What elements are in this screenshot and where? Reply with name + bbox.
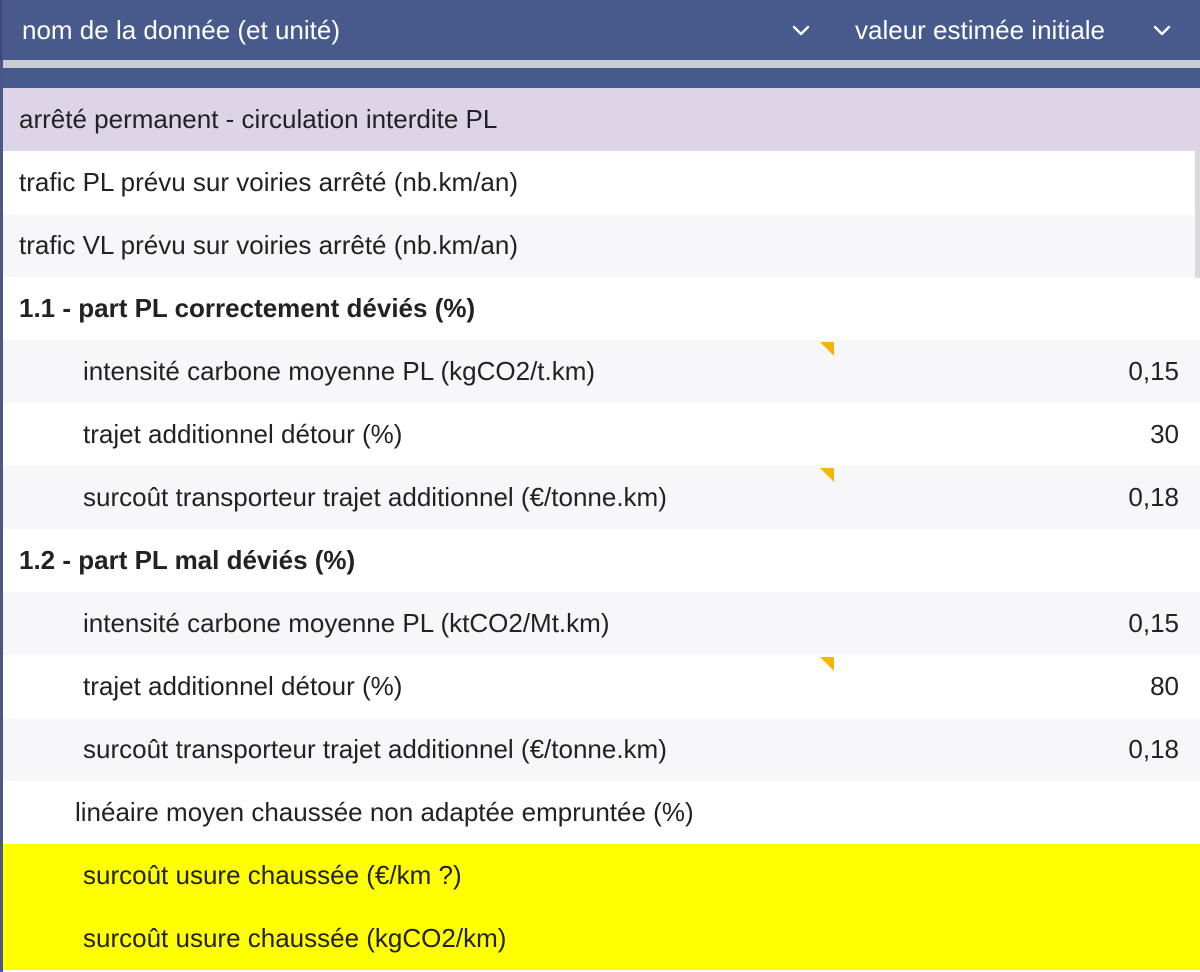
- table-row[interactable]: arrêté permanent - circulation interdite…: [3, 88, 1200, 151]
- row-label: intensité carbone moyenne PL (ktCO2/Mt.k…: [83, 608, 610, 638]
- row-label: trajet additionnel détour (%): [83, 419, 403, 449]
- row-label: intensité carbone moyenne PL (kgCO2/t.km…: [83, 356, 596, 386]
- row-label: trafic VL prévu sur voiries arrêté (nb.k…: [19, 230, 518, 260]
- table-row[interactable]: trafic VL prévu sur voiries arrêté (nb.k…: [3, 214, 1200, 277]
- comment-flag-icon[interactable]: [820, 342, 834, 356]
- table-row[interactable]: intensité carbone moyenne PL (kgCO2/t.km…: [3, 340, 1200, 403]
- row-label: 1.1 - part PL correctement déviés (%): [19, 293, 476, 323]
- table-row[interactable]: surcoût usure chaussée (kgCO2/km): [3, 907, 1200, 970]
- table-body: arrêté permanent - circulation interdite…: [3, 88, 1200, 970]
- table-header: nom de la donnée (et unité) valeur estim…: [0, 0, 1200, 60]
- table-row[interactable]: linéaire moyen chaussée non adaptée empr…: [3, 781, 1200, 844]
- table-row[interactable]: surcoût usure chaussée (€/km ?): [3, 844, 1200, 907]
- column-header-value-label: valeur estimée initiale: [855, 14, 1106, 45]
- column-header-name[interactable]: nom de la donnée (et unité): [22, 0, 340, 60]
- column-header-name-label: nom de la donnée (et unité): [22, 14, 340, 45]
- row-value[interactable]: 0,18: [1128, 466, 1179, 529]
- chevron-down-icon[interactable]: [789, 18, 813, 42]
- row-label: trajet additionnel détour (%): [83, 671, 403, 701]
- table-row[interactable]: intensité carbone moyenne PL (ktCO2/Mt.k…: [3, 592, 1200, 655]
- row-label: surcoût transporteur trajet additionnel …: [83, 734, 667, 764]
- table-row[interactable]: 1.1 - part PL correctement déviés (%): [3, 277, 1200, 340]
- row-label: surcoût transporteur trajet additionnel …: [83, 482, 667, 512]
- row-label: surcoût usure chaussée (€/km ?): [83, 860, 462, 890]
- row-value[interactable]: 0,15: [1128, 340, 1179, 403]
- row-label: linéaire moyen chaussée non adaptée empr…: [75, 797, 694, 827]
- row-label: trafic PL prévu sur voiries arrêté (nb.k…: [19, 167, 518, 197]
- row-label: 1.2 - part PL mal déviés (%): [19, 545, 356, 575]
- table-row[interactable]: trajet additionnel détour (%) 80: [3, 655, 1200, 718]
- row-value[interactable]: 0,18: [1128, 718, 1179, 781]
- table-row[interactable]: surcoût transporteur trajet additionnel …: [3, 718, 1200, 781]
- table-row[interactable]: surcoût transporteur trajet additionnel …: [3, 466, 1200, 529]
- comment-flag-icon[interactable]: [820, 657, 834, 671]
- row-value[interactable]: 0,15: [1128, 592, 1179, 655]
- table-row[interactable]: trajet additionnel détour (%) 30: [3, 403, 1200, 466]
- table-row[interactable]: 1.2 - part PL mal déviés (%): [3, 529, 1200, 592]
- comment-flag-icon[interactable]: [820, 468, 834, 482]
- column-header-value[interactable]: valeur estimée initiale: [855, 0, 1105, 60]
- chevron-down-icon[interactable]: [1150, 18, 1174, 42]
- row-value[interactable]: 80: [1150, 655, 1179, 718]
- row-label: arrêté permanent - circulation interdite…: [19, 104, 498, 134]
- frozen-row-bar: [2, 68, 1200, 88]
- row-value[interactable]: 30: [1150, 403, 1179, 466]
- scrollbar-thumb[interactable]: [1195, 150, 1200, 278]
- header-separator: [0, 60, 1200, 68]
- table-row[interactable]: trafic PL prévu sur voiries arrêté (nb.k…: [3, 151, 1200, 214]
- row-label: surcoût usure chaussée (kgCO2/km): [83, 923, 507, 953]
